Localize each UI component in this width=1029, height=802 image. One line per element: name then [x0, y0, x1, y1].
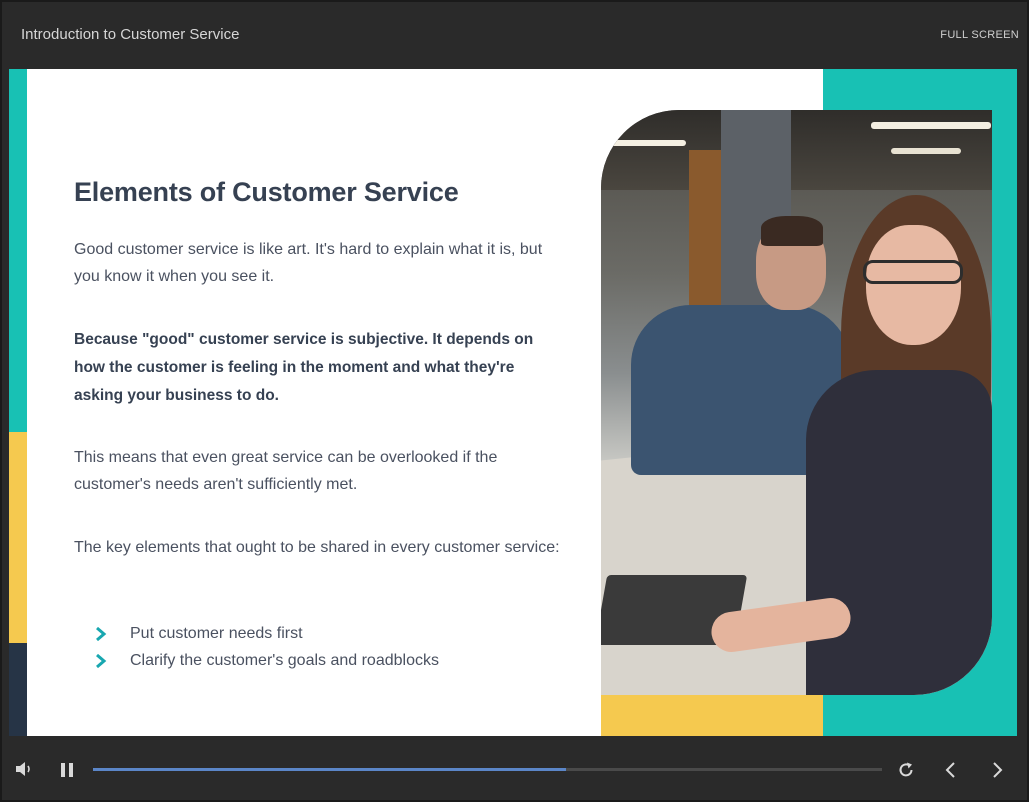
full-screen-button[interactable]: FULL SCREEN [940, 29, 1019, 41]
chevron-right-icon [96, 654, 107, 668]
top-bar: Introduction to Customer Service FULL SC… [2, 2, 1027, 68]
volume-icon[interactable] [15, 761, 35, 777]
list-item: Clarify the customer's goals and roadblo… [95, 647, 439, 674]
bottom-accent-yellow [601, 693, 823, 736]
progress-bar[interactable] [93, 768, 882, 771]
slide-heading: Elements of Customer Service [74, 177, 459, 207]
paragraph-overlooked: This means that even great service can b… [74, 449, 498, 493]
left-accent-yellow [9, 432, 27, 643]
paragraph-subjective: Because "good" customer service is subje… [74, 331, 534, 404]
slide: Elements of Customer Service Good custom… [9, 69, 1017, 736]
customer-service-photo [601, 110, 992, 695]
list-item: Put customer needs first [95, 620, 439, 647]
pause-icon[interactable] [60, 762, 74, 778]
previous-icon[interactable] [943, 761, 957, 779]
chevron-right-icon [96, 627, 107, 641]
progress-fill [93, 768, 567, 771]
next-icon[interactable] [991, 761, 1005, 779]
list-item-label: Clarify the customer's goals and roadblo… [130, 652, 439, 669]
course-title: Introduction to Customer Service [21, 26, 240, 43]
key-elements-list: Put customer needs first Clarify the cus… [95, 620, 439, 674]
paragraph-intro: Good customer service is like art. It's … [74, 241, 543, 285]
list-item-label: Put customer needs first [130, 625, 303, 642]
paragraph-key-elements: The key elements that ought to be shared… [74, 539, 560, 556]
replay-icon[interactable] [897, 761, 915, 779]
left-accent-navy [9, 643, 27, 736]
left-accent-teal [9, 69, 27, 432]
player-controls [2, 737, 1027, 800]
